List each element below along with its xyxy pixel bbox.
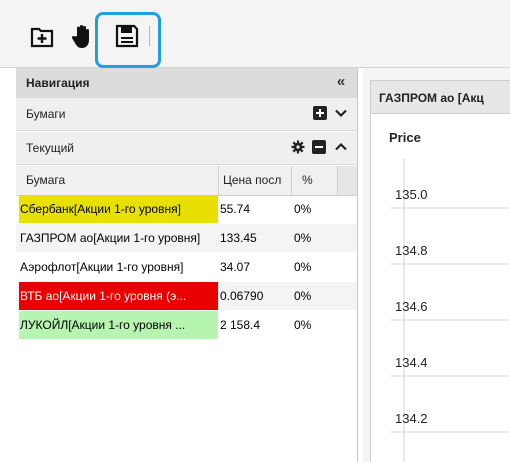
navigation-title: Навигация — [26, 76, 90, 90]
collapse-current-button[interactable] — [334, 140, 348, 154]
security-name-cell: ГАЗПРОМ ао[Акции 1-го уровня] — [19, 224, 218, 252]
chart-tab[interactable]: ГАЗПРОМ ао [Акц — [370, 80, 510, 114]
gear-icon — [291, 140, 305, 154]
plus-icon — [313, 106, 327, 120]
floppy-disk-icon — [115, 24, 139, 48]
table-row[interactable]: ВТБ ао[Акции 1-го уровня (э... 0.06790 0% — [16, 282, 357, 310]
plus-square-icon — [30, 27, 54, 48]
toolbar-separator — [149, 26, 150, 46]
section-current-label: Текущий — [26, 141, 74, 155]
column-header-percent[interactable]: % — [292, 166, 338, 195]
chevron-up-icon — [335, 142, 347, 151]
percent-change-cell: 0% — [294, 202, 312, 216]
column-header-last-price[interactable]: Цена посл — [219, 166, 292, 195]
table-row[interactable]: Аэрофлот[Акции 1-го уровня] 34.07 0% — [16, 253, 357, 281]
hand-tool-button[interactable] — [68, 22, 96, 50]
percent-change-cell: 0% — [294, 318, 312, 332]
security-name-cell: ВТБ ао[Акции 1-го уровня (э... — [19, 282, 218, 310]
remove-list-button[interactable] — [312, 140, 326, 154]
hand-icon — [71, 25, 89, 48]
percent-change-cell: 0% — [294, 231, 312, 245]
percent-change-cell: 0% — [294, 260, 312, 274]
chart-area[interactable]: Price 135.0 134.8 134.6 134.4 134.2 — [370, 114, 510, 462]
header-scroll-corner — [338, 166, 357, 195]
security-name-cell: Аэрофлот[Акции 1-го уровня] — [19, 253, 218, 281]
section-securities[interactable]: Бумаги — [16, 98, 357, 131]
tick-lines — [391, 207, 510, 433]
price-axis — [391, 158, 510, 462]
column-header-security[interactable]: Бумага — [16, 166, 219, 195]
collapse-panel-button[interactable]: « — [333, 73, 349, 91]
section-securities-label: Бумаги — [26, 107, 66, 121]
last-price-cell: 2 158.4 — [220, 318, 261, 332]
table-row[interactable]: ЛУКОЙЛ[Акции 1-го уровня ... 2 158.4 0% — [16, 311, 357, 339]
chart-panel: ГАЗПРОМ ао [Акц Price 135.0 134.8 134.6 134… — [363, 68, 510, 462]
last-price-cell: 133.45 — [220, 231, 257, 245]
navigation-header: Навигация « — [16, 68, 357, 99]
security-name-cell: ЛУКОЙЛ[Акции 1-го уровня ... — [19, 311, 218, 339]
securities-table-header: Бумага Цена посл % — [16, 166, 357, 196]
tick-label: 134.2 — [395, 411, 428, 426]
chart-tab-title: ГАЗПРОМ ао [Акц — [379, 91, 484, 105]
table-row[interactable]: Сбербанк[Акции 1-го уровня] 55.74 0% — [16, 195, 357, 223]
table-row[interactable]: ГАЗПРОМ ао[Акции 1-го уровня] 133.45 0% — [16, 224, 357, 252]
toolbar — [0, 0, 510, 68]
tick-label: 134.4 — [395, 355, 428, 370]
security-name-cell: Сбербанк[Акции 1-го уровня] — [19, 195, 218, 223]
add-tab-button[interactable] — [28, 22, 56, 50]
add-security-button[interactable] — [313, 106, 327, 120]
tick-label: 134.8 — [395, 243, 428, 258]
chevron-down-icon — [335, 109, 347, 118]
expand-securities-button[interactable] — [334, 106, 348, 120]
tick-label: 135.0 — [395, 187, 428, 202]
last-price-cell: 0.06790 — [220, 289, 264, 303]
last-price-cell: 55.74 — [220, 202, 251, 216]
settings-button[interactable] — [291, 140, 305, 154]
save-button[interactable] — [113, 22, 141, 50]
section-current[interactable]: Текущий — [16, 132, 357, 165]
percent-change-cell: 0% — [294, 289, 312, 303]
navigation-panel: Навигация « Бумаги Текущий Бумага Цена п… — [16, 68, 358, 462]
minus-icon — [312, 140, 326, 154]
tick-label: 134.6 — [395, 299, 428, 314]
last-price-cell: 34.07 — [220, 260, 251, 274]
